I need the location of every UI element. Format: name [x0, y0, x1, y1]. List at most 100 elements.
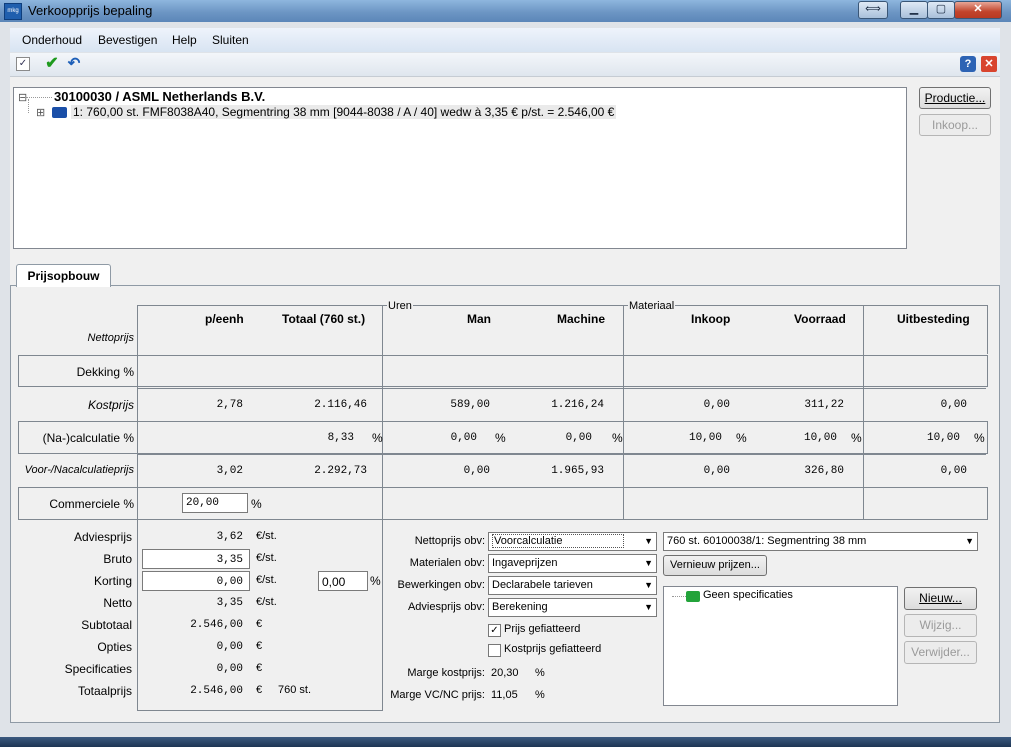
header-totaal: Totaal (760 st.): [282, 312, 366, 326]
materialen-obv-select[interactable]: Ingaveprijzen ▼: [488, 554, 657, 573]
chevron-down-icon: ▼: [644, 558, 653, 568]
kostprijs-p-eenh: 2,78: [216, 399, 243, 411]
nacalc-voorraad: 10,00: [803, 432, 837, 444]
tree-order-line[interactable]: 1: 760,00 st. FMF8038A40, Segmentring 38…: [71, 105, 617, 119]
spec-tree[interactable]: Geen specificaties: [663, 586, 898, 706]
label-dekking: Dekking %: [76, 365, 134, 379]
kostprijs-gefiatteerd-label: Kostprijs gefiatteerd: [504, 643, 602, 655]
tree-root-customer[interactable]: 30100030 / ASML Netherlands B.V.: [54, 89, 265, 104]
minimize-button[interactable]: ▁: [900, 1, 928, 19]
opties-unit: €: [256, 640, 263, 652]
bewerkingen-obv-select[interactable]: Declarabele tarieven ▼: [488, 576, 657, 595]
label-nettoprijs: Nettoprijs: [87, 332, 134, 344]
tab-prijsopbouw[interactable]: Prijsopbouw: [16, 264, 111, 287]
nacalc-inkoop: 10,00: [688, 432, 722, 444]
chevron-down-icon: ▼: [965, 536, 974, 546]
chevron-down-icon: ▼: [644, 580, 653, 590]
kostprijs-machine: 1.216,24: [551, 399, 604, 411]
netto-unit: €/st.: [256, 596, 277, 608]
bruto-input[interactable]: 3,35: [142, 549, 250, 569]
nieuw-button[interactable]: Nieuw...: [904, 587, 977, 610]
pct-label: %: [612, 431, 623, 445]
productie-button[interactable]: Productie...: [919, 87, 991, 109]
wijzig-button[interactable]: Wijzig...: [904, 614, 977, 637]
pct-label: %: [495, 431, 506, 445]
label-netto: Netto: [103, 596, 132, 610]
confirm-check-icon[interactable]: ✔: [44, 56, 60, 72]
order-tree[interactable]: ⊟ 30100030 / ASML Netherlands B.V. ⊞ 1: …: [13, 87, 907, 249]
prijs-gefiatteerd-checkbox[interactable]: ✓: [488, 624, 501, 637]
nacalc-uitbesteding: 10,00: [926, 432, 960, 444]
marge-vcnc-pct: %: [535, 689, 545, 701]
subtotaal-value: 2.546,00: [190, 619, 243, 631]
kostprijs-totaal: 2.116,46: [314, 399, 367, 411]
specificaties-value: 0,00: [216, 663, 243, 675]
window-title: Verkoopprijs bepaling: [28, 3, 153, 18]
korting-pct-input[interactable]: 0,00: [318, 571, 368, 591]
pct-label: %: [974, 431, 985, 445]
group-materiaal: Materiaal: [628, 300, 676, 312]
kostprijs-gefiatteerd-checkbox[interactable]: [488, 644, 501, 657]
close-icon[interactable]: ✕: [981, 56, 997, 72]
menu-onderhoud[interactable]: Onderhoud: [22, 33, 82, 47]
menu-bevestigen[interactable]: Bevestigen: [98, 33, 157, 47]
label-nettoprijs-obv: Nettoprijs obv:: [414, 535, 485, 547]
kostprijs-uitbesteding: 0,00: [940, 399, 967, 411]
label-marge-kostprijs: Marge kostprijs:: [407, 667, 485, 679]
adviesprijs-obv-select[interactable]: Berekening ▼: [488, 598, 657, 617]
folder-icon: [52, 107, 67, 118]
label-bewerkingen-obv: Bewerkingen obv:: [397, 579, 485, 591]
title-bar: mkg Verkoopprijs bepaling ⟺ ▁ ▢ ✕: [0, 0, 1011, 22]
verwijder-button[interactable]: Verwijder...: [904, 641, 977, 664]
nettoprijs-obv-select[interactable]: Voorcalculatie ▼: [488, 532, 657, 551]
label-commercieel: Commerciele %: [49, 497, 134, 511]
voorna-uitbesteding: 0,00: [940, 465, 967, 477]
chevron-down-icon: ▼: [644, 536, 653, 546]
label-opties: Opties: [97, 640, 132, 654]
help-icon[interactable]: ?: [960, 56, 976, 72]
marge-kostprijs-pct: %: [535, 667, 545, 679]
korting-pct: %: [370, 574, 381, 588]
bruto-unit: €/st.: [256, 552, 277, 564]
header-p-eenh: p/eenh: [205, 312, 244, 326]
menu-help[interactable]: Help: [172, 33, 197, 47]
totaalprijs-qty: 760 st.: [278, 684, 312, 696]
app-icon: mkg: [4, 3, 22, 20]
adviesprijs-value: 3,62: [216, 531, 243, 543]
label-marge-vcnc: Marge VC/NC prijs:: [390, 689, 485, 701]
korting-input[interactable]: 0,00: [142, 571, 250, 591]
voorna-machine: 1.965,93: [551, 465, 604, 477]
voorna-inkoop: 0,00: [703, 465, 730, 477]
totaalprijs-value: 2.546,00: [190, 685, 243, 697]
label-totaalprijs: Totaalprijs: [77, 684, 132, 698]
tree-expand-icon[interactable]: ⊞: [36, 106, 45, 119]
menu-bar: Onderhoud Bevestigen Help Sluiten: [10, 28, 1000, 52]
header-uitbesteding: Uitbesteding: [897, 312, 970, 326]
label-kostprijs: Kostprijs: [87, 398, 134, 412]
commercieel-input[interactable]: 20,00: [182, 493, 248, 513]
label-specificaties: Specificaties: [64, 662, 132, 676]
dekking-row: [18, 355, 988, 387]
label-voorna: Voor-/Nacalculatieprijs: [24, 464, 134, 476]
header-man: Man: [467, 312, 491, 326]
label-materialen-obv: Materialen obv:: [409, 557, 485, 569]
resize-button[interactable]: ⟺: [858, 1, 888, 19]
label-bruto: Bruto: [103, 552, 132, 566]
vernieuw-prijzen-button[interactable]: Vernieuw prijzen...: [663, 555, 767, 576]
spec-line-select[interactable]: 760 st. 60100038/1: Segmentring 38 mm ▼: [663, 532, 978, 551]
menu-sluiten[interactable]: Sluiten: [212, 33, 249, 47]
opties-value: 0,00: [216, 641, 243, 653]
select-all-icon[interactable]: ✓: [16, 57, 30, 71]
pct-label: %: [372, 431, 383, 445]
maximize-button[interactable]: ▢: [927, 1, 955, 19]
kostprijs-man: 589,00: [450, 399, 490, 411]
label-subtotaal: Subtotaal: [81, 618, 132, 632]
pct-label: %: [736, 431, 747, 445]
group-uren: Uren: [387, 300, 413, 312]
kostprijs-voorraad: 311,22: [804, 399, 844, 411]
marge-vcnc-value: 11,05: [491, 689, 518, 701]
undo-icon[interactable]: ↶: [66, 56, 82, 72]
close-window-button[interactable]: ✕: [954, 1, 1002, 19]
netto-value: 3,35: [216, 597, 243, 609]
inkoop-button[interactable]: Inkoop...: [919, 114, 991, 136]
